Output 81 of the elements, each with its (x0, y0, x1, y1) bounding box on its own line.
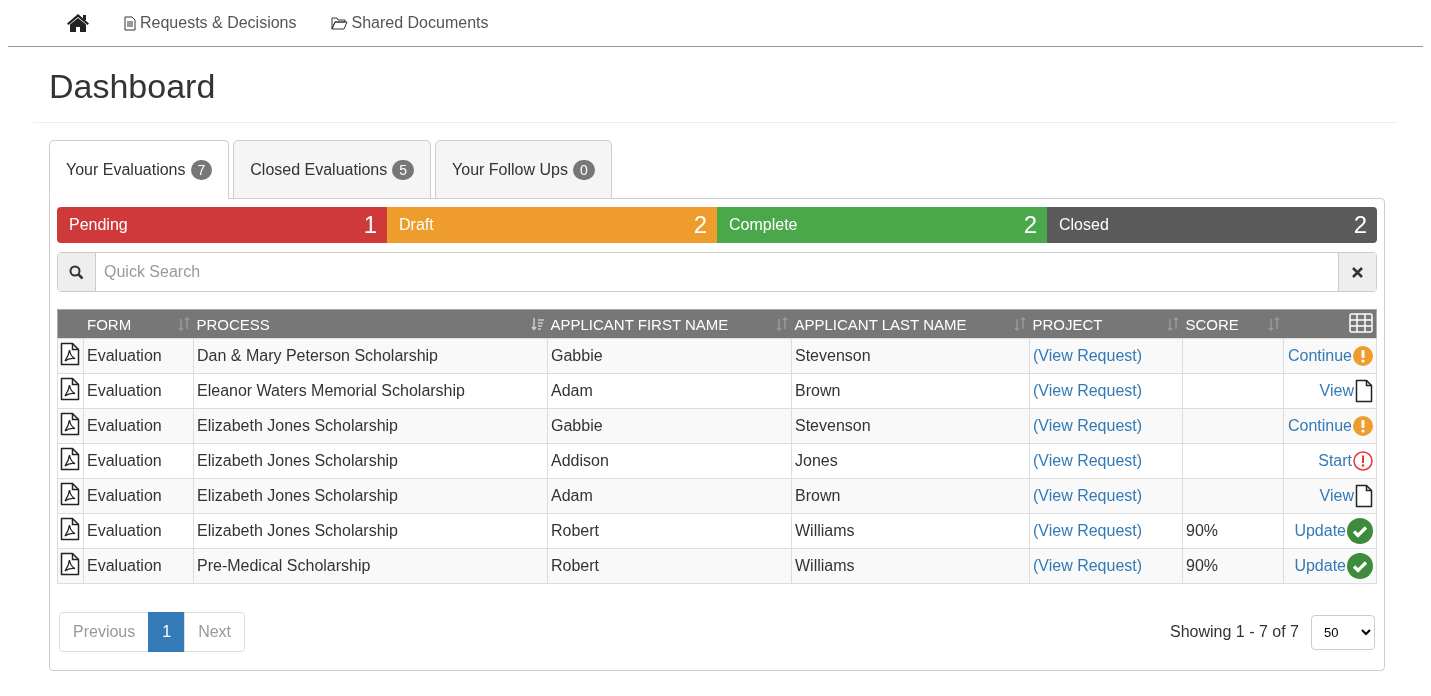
page-button[interactable]: 1 (148, 612, 186, 652)
table-cell: Jones (791, 443, 1030, 479)
table-cell: Dan & Mary Peterson Scholarship (193, 338, 548, 374)
table-cell: Elizabeth Jones Scholarship (193, 408, 548, 444)
table-cell: Evaluation (83, 548, 194, 584)
table-cell: Adam (547, 373, 792, 409)
table-cell: Williams (791, 548, 1030, 584)
table-cell: Robert (547, 513, 792, 549)
status-count: 2 (693, 211, 707, 239)
close-icon (1351, 265, 1364, 279)
home-icon[interactable] (66, 13, 90, 33)
status-segment[interactable]: Complete 2 (717, 207, 1047, 243)
status-label: Draft (399, 216, 434, 234)
file-icon (1355, 484, 1373, 508)
column-header[interactable]: PROCESS (193, 309, 548, 339)
column-header[interactable]: PROJECT (1029, 309, 1183, 339)
table-cell: Evaluation (83, 373, 194, 409)
table-cell: Adam (547, 478, 792, 514)
count-badge: 7 (190, 159, 213, 180)
table-cell: Pre-Medical Scholarship (193, 548, 548, 584)
column-header[interactable]: FORM (57, 309, 194, 339)
pdf-icon[interactable] (60, 552, 80, 576)
column-header[interactable]: SCORE (1182, 309, 1284, 339)
exclamation-icon (1353, 416, 1373, 436)
pdf-icon[interactable] (60, 482, 80, 506)
status-count: 2 (1023, 211, 1037, 239)
clear-button[interactable] (1338, 253, 1376, 291)
status-count: 1 (363, 211, 377, 239)
pdf-icon[interactable] (60, 517, 80, 541)
table-icon[interactable] (1349, 312, 1373, 333)
tab[interactable]: Your Evaluations 7 (49, 140, 230, 199)
table-cell: Robert (547, 548, 792, 584)
table-cell: Evaluation (83, 443, 194, 479)
table-cell: Gabbie (547, 408, 792, 444)
nav-link[interactable]: Shared Documents (330, 14, 489, 32)
table-cell: Stevenson (791, 338, 1030, 374)
exclamation-icon (1353, 451, 1373, 471)
pdf-icon[interactable] (60, 342, 80, 366)
status-count: 2 (1353, 211, 1367, 239)
pdf-icon[interactable] (60, 447, 80, 471)
table-cell: Brown (791, 478, 1030, 514)
table-cell: Evaluation (83, 408, 194, 444)
table-cell: Eleanor Waters Memorial Scholarship (193, 373, 548, 409)
table-cell: Evaluation (83, 478, 194, 514)
column-header[interactable]: APPLICANT LAST NAME (791, 309, 1030, 339)
table-cell: Addison (547, 443, 792, 479)
status-label: Complete (729, 216, 798, 234)
file-icon (1355, 379, 1373, 403)
table-cell: Evaluation (83, 513, 194, 549)
pdf-icon[interactable] (60, 377, 80, 401)
status-label: Closed (1059, 216, 1109, 234)
check-icon (1347, 518, 1373, 544)
nav-link[interactable]: Requests & Decisions (124, 14, 297, 32)
search-icon (69, 264, 84, 280)
tab[interactable]: Closed Evaluations 5 (233, 140, 432, 199)
table-cell: Brown (791, 373, 1030, 409)
folder-icon (330, 16, 348, 30)
status-segment[interactable]: Pending 1 (57, 207, 387, 243)
tab[interactable]: Your Follow Ups 0 (435, 140, 612, 199)
results-summary: Showing 1 - 7 of 7 (1170, 623, 1299, 641)
table-cell: Stevenson (791, 408, 1030, 444)
table-cell: Elizabeth Jones Scholarship (193, 443, 548, 479)
sort-descending-icon[interactable] (530, 317, 545, 331)
check-icon (1347, 553, 1373, 579)
exclamation-icon (1353, 346, 1373, 366)
pdf-icon[interactable] (60, 412, 80, 436)
page-size-select[interactable]: 50 (1311, 614, 1375, 650)
page-title: Dashboard (33, 47, 1398, 123)
table-cell: Elizabeth Jones Scholarship (193, 513, 548, 549)
document-icon (124, 15, 136, 31)
table-cell: Gabbie (547, 338, 792, 374)
table-cell: Williams (791, 513, 1030, 549)
status-segment[interactable]: Closed 2 (1047, 207, 1377, 243)
table-cell: Evaluation (83, 338, 194, 374)
score: 90% (1186, 557, 1219, 574)
column-header[interactable]: APPLICANT FIRST NAME (547, 309, 792, 339)
status-label: Pending (69, 216, 128, 234)
table-cell: Elizabeth Jones Scholarship (193, 478, 548, 514)
count-badge: 0 (572, 159, 595, 180)
count-badge: 5 (392, 159, 415, 180)
score: 90% (1186, 522, 1219, 539)
